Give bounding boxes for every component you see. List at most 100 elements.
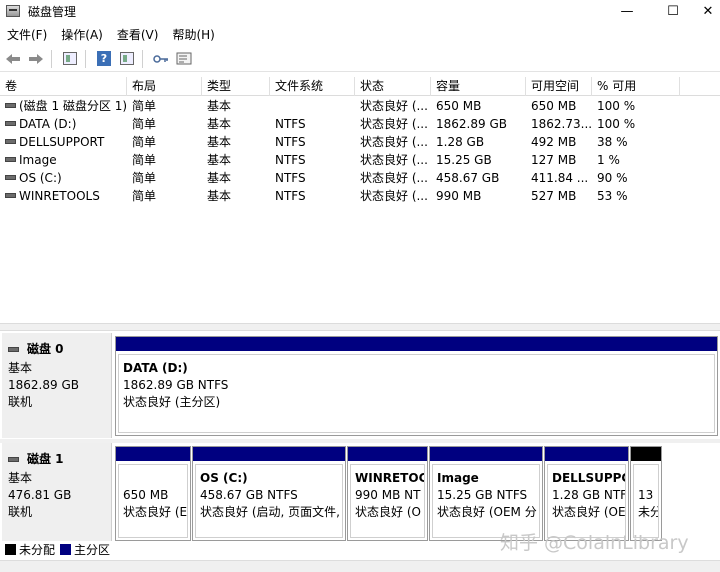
volume-icon bbox=[5, 193, 16, 198]
filesystem-cell bbox=[270, 97, 355, 115]
layout-cell: 简单 bbox=[132, 153, 157, 167]
volume-name: Image bbox=[19, 153, 57, 167]
partition-info: 650 MB 状态良好 (E bbox=[118, 464, 188, 538]
disk-0-name: 磁盘 0 bbox=[8, 341, 111, 358]
disk-graphical-view: 磁盘 0 基本 1862.89 GB 联机 DATA (D:) 1862.89 … bbox=[0, 331, 720, 541]
disk-1-label[interactable]: 磁盘 1 基本 476.81 GB 联机 bbox=[2, 443, 112, 541]
menu-help[interactable]: 帮助(H) bbox=[165, 26, 221, 43]
volume-cell: OS (C:) bbox=[0, 169, 127, 187]
disk-1-status: 联机 bbox=[8, 505, 33, 519]
status-cell: 状态良好 (... bbox=[360, 153, 428, 167]
volume-name: DATA (D:) bbox=[19, 117, 77, 131]
table-row[interactable]: (磁盘 1 磁盘分区 1) 简单 基本 状态良好 (... 650 MB 650… bbox=[0, 97, 720, 115]
column-header-capacity[interactable]: 容量 bbox=[431, 77, 526, 96]
menu-file[interactable]: 文件(F) bbox=[0, 26, 54, 43]
disk-0-status: 联机 bbox=[8, 395, 33, 409]
volume-list: (磁盘 1 磁盘分区 1) 简单 基本 状态良好 (... 650 MB 650… bbox=[0, 97, 720, 322]
volume-icon bbox=[5, 103, 16, 108]
arrow-right-icon bbox=[29, 53, 43, 64]
partition-info: 13 未分 bbox=[633, 464, 659, 538]
volume-name: (磁盘 1 磁盘分区 1) bbox=[19, 99, 127, 113]
partition-size: 13 bbox=[638, 488, 654, 502]
filesystem-cell: NTFS bbox=[275, 153, 306, 167]
capacity-cell: 650 MB bbox=[436, 99, 482, 113]
arrow-left-icon bbox=[6, 53, 20, 64]
help-button[interactable]: ? bbox=[94, 49, 114, 69]
column-header-percent-free[interactable]: % 可用 bbox=[592, 77, 680, 96]
partition-dellsupport[interactable]: DELLSUPPC 1.28 GB NTF 状态良好 (OE bbox=[544, 446, 629, 541]
column-header-free-space[interactable]: 可用空间 bbox=[526, 77, 592, 96]
percent-free-cell: 100 % bbox=[597, 99, 636, 113]
table-row[interactable]: DELLSUPPORT 简单 基本 NTFS 状态良好 (... 1.28 GB… bbox=[0, 133, 720, 151]
primary-partition-bar bbox=[545, 447, 628, 461]
disk-1-type: 基本 bbox=[8, 471, 33, 485]
type-cell: 基本 bbox=[207, 135, 232, 149]
partition-size: 1862.89 GB NTFS bbox=[123, 378, 229, 392]
column-header-type[interactable]: 类型 bbox=[202, 77, 270, 96]
percent-free-cell: 1 % bbox=[597, 153, 620, 167]
partition-disk1-p1[interactable]: 650 MB 状态良好 (E bbox=[115, 446, 191, 541]
table-row[interactable]: WINRETOOLS 简单 基本 NTFS 状态良好 (... 990 MB 5… bbox=[0, 187, 720, 205]
partition-winretools[interactable]: WINRETOC 990 MB NT 状态良好 (O bbox=[347, 446, 428, 541]
properties-button[interactable] bbox=[174, 49, 194, 69]
partition-info: DELLSUPPC 1.28 GB NTF 状态良好 (OE bbox=[547, 464, 626, 538]
partition-unallocated[interactable]: 13 未分 bbox=[630, 446, 662, 541]
table-row[interactable]: OS (C:) 简单 基本 NTFS 状态良好 (... 458.67 GB 4… bbox=[0, 169, 720, 187]
partition-status: 状态良好 (O bbox=[355, 505, 421, 519]
partition-image[interactable]: Image 15.25 GB NTFS 状态良好 (OEM 分 bbox=[429, 446, 543, 541]
volume-cell: DATA (D:) bbox=[0, 115, 127, 133]
pane-splitter[interactable] bbox=[0, 323, 720, 331]
properties-icon bbox=[176, 52, 192, 65]
volume-icon bbox=[5, 157, 16, 162]
status-cell: 状态良好 (... bbox=[360, 117, 428, 131]
disk-name-text: 磁盘 1 bbox=[27, 452, 64, 466]
disk-icon bbox=[8, 457, 19, 462]
minimize-button[interactable]: — bbox=[604, 0, 650, 22]
type-cell: 基本 bbox=[207, 153, 232, 167]
column-header-status[interactable]: 状态 bbox=[355, 77, 431, 96]
partition-name bbox=[123, 470, 187, 487]
menu-action[interactable]: 操作(A) bbox=[54, 26, 110, 43]
volume-icon bbox=[5, 175, 16, 180]
action-pane-button[interactable] bbox=[117, 49, 137, 69]
close-button[interactable]: ✕ bbox=[696, 0, 720, 22]
toolbar-separator bbox=[51, 49, 52, 68]
type-cell: 基本 bbox=[207, 99, 232, 113]
partition-data-d[interactable]: DATA (D:) 1862.89 GB NTFS 状态良好 (主分区) bbox=[115, 336, 718, 436]
percent-free-cell: 90 % bbox=[597, 171, 628, 185]
partition-os-c[interactable]: OS (C:) 458.67 GB NTFS 状态良好 (启动, 页面文件, bbox=[192, 446, 346, 541]
disk-0-size: 1862.89 GB bbox=[8, 378, 79, 392]
partition-name: DELLSUPPC bbox=[552, 471, 626, 485]
partition-size: 650 MB bbox=[123, 488, 169, 502]
partition-info: OS (C:) 458.67 GB NTFS 状态良好 (启动, 页面文件, bbox=[195, 464, 343, 538]
partition-size: 990 MB NT bbox=[355, 488, 421, 502]
volume-name: WINRETOOLS bbox=[19, 189, 100, 203]
primary-partition-bar bbox=[116, 447, 190, 461]
column-header-filesystem[interactable]: 文件系统 bbox=[270, 77, 355, 96]
back-button[interactable] bbox=[3, 49, 23, 69]
free-space-cell: 411.84 ... bbox=[531, 171, 589, 185]
partition-info: WINRETOC 990 MB NT 状态良好 (O bbox=[350, 464, 425, 538]
connect-button[interactable] bbox=[151, 49, 171, 69]
key-icon bbox=[153, 54, 168, 63]
forward-button[interactable] bbox=[26, 49, 46, 69]
column-header-layout[interactable]: 布局 bbox=[127, 77, 202, 96]
table-row[interactable]: Image 简单 基本 NTFS 状态良好 (... 15.25 GB 127 … bbox=[0, 151, 720, 169]
maximize-button[interactable]: ☐ bbox=[650, 0, 696, 22]
filesystem-cell: NTFS bbox=[275, 117, 306, 131]
show-hide-console-tree-button[interactable] bbox=[60, 49, 80, 69]
volume-name: DELLSUPPORT bbox=[19, 135, 105, 149]
partition-name: Image bbox=[437, 471, 479, 485]
type-cell: 基本 bbox=[207, 189, 232, 203]
filesystem-cell: NTFS bbox=[275, 135, 306, 149]
partition-name: DATA (D:) bbox=[123, 361, 188, 375]
legend-unallocated: 未分配 bbox=[19, 542, 56, 557]
column-header-volume[interactable]: 卷 bbox=[0, 77, 127, 96]
menu-view[interactable]: 查看(V) bbox=[110, 26, 166, 43]
free-space-cell: 492 MB bbox=[531, 135, 577, 149]
table-row[interactable]: DATA (D:) 简单 基本 NTFS 状态良好 (... 1862.89 G… bbox=[0, 115, 720, 133]
disk-0-label[interactable]: 磁盘 0 基本 1862.89 GB 联机 bbox=[2, 333, 112, 438]
help-icon: ? bbox=[97, 51, 111, 66]
unallocated-swatch bbox=[5, 543, 16, 555]
free-space-cell: 127 MB bbox=[531, 153, 577, 167]
